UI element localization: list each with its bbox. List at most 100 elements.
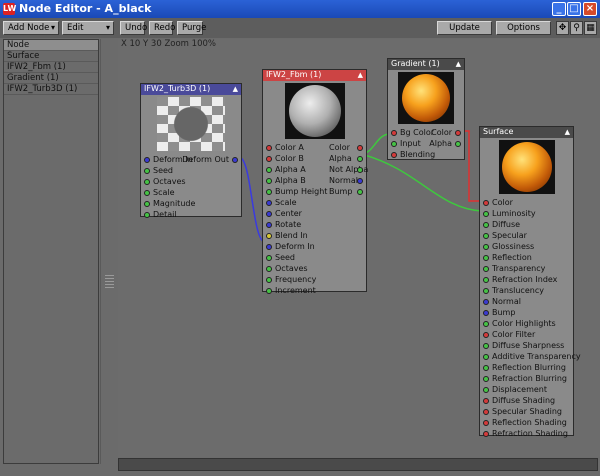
collapse-arrow-icon[interactable]: ▲: [233, 84, 238, 94]
turb3d-node[interactable]: IFW2_Turb3D (1) ▲ Deform In Deform Out S…: [140, 83, 242, 219]
input-port-icon[interactable]: [391, 152, 397, 158]
input-port-icon[interactable]: [266, 178, 272, 184]
node-preview: [157, 97, 225, 151]
input-port-icon[interactable]: [483, 365, 489, 371]
input-port-icon[interactable]: [266, 288, 272, 294]
node-list-item[interactable]: Surface: [4, 51, 98, 62]
output-port-icon[interactable]: [455, 130, 461, 136]
port-row: Color Filter: [480, 329, 573, 340]
input-port-icon[interactable]: [483, 233, 489, 239]
output-port-icon[interactable]: [357, 145, 363, 151]
input-port-icon[interactable]: [483, 354, 489, 360]
move-icon[interactable]: ✥: [556, 21, 569, 35]
input-port-icon[interactable]: [483, 222, 489, 228]
port-row: Diffuse Sharpness: [480, 340, 573, 351]
node-title-bar[interactable]: IFW2_Turb3D (1) ▲: [141, 84, 241, 95]
input-port-icon[interactable]: [483, 387, 489, 393]
input-port-icon[interactable]: [266, 255, 272, 261]
splitter-grip-icon[interactable]: [105, 275, 114, 289]
panel-splitter[interactable]: [100, 39, 117, 464]
input-port-icon[interactable]: [483, 244, 489, 250]
input-port-icon[interactable]: [483, 332, 489, 338]
collapse-arrow-icon[interactable]: ▲: [565, 127, 570, 137]
input-port-icon[interactable]: [483, 299, 489, 305]
surface-node[interactable]: Surface ▲ Color Luminosity Diffuse Specular…: [479, 126, 581, 438]
input-port-icon[interactable]: [266, 222, 272, 228]
input-port-icon[interactable]: [483, 431, 489, 437]
node-list-item[interactable]: IFW2_Turb3D (1): [4, 84, 98, 95]
input-port-icon[interactable]: [144, 212, 150, 218]
port-label: Increment: [275, 286, 316, 295]
zoom-icon[interactable]: ⚲: [570, 21, 583, 35]
close-icon[interactable]: ×: [583, 2, 597, 16]
output-port-icon[interactable]: [232, 157, 238, 163]
gradient-node[interactable]: Gradient (1) ▲ Bg Color Color Input Alph…: [387, 58, 465, 160]
fit-view-icon[interactable]: ▦: [584, 21, 597, 35]
add-node-dropdown[interactable]: Add Node: [3, 21, 59, 35]
redo-button[interactable]: Redo: [149, 21, 175, 35]
port-label: Luminosity: [492, 209, 536, 218]
input-port-icon[interactable]: [483, 409, 489, 415]
port-label: Normal: [492, 297, 521, 306]
undo-button[interactable]: Undo: [120, 21, 147, 35]
input-port-icon[interactable]: [266, 277, 272, 283]
port-row: Reflection Blurring: [480, 362, 573, 373]
update-button[interactable]: Update: [437, 21, 492, 35]
input-port-icon[interactable]: [144, 201, 150, 207]
input-port-icon[interactable]: [483, 266, 489, 272]
edit-dropdown[interactable]: Edit: [62, 21, 114, 35]
node-title-bar[interactable]: Surface ▲: [480, 127, 573, 138]
port-label: Alpha: [329, 154, 352, 163]
input-port-icon[interactable]: [391, 141, 397, 147]
port-row: Refraction Blurring: [480, 373, 573, 384]
collapse-arrow-icon[interactable]: ▲: [456, 59, 461, 69]
options-button[interactable]: Options: [496, 21, 551, 35]
input-port-icon[interactable]: [483, 288, 489, 294]
port-row: Deform In Deform Out: [141, 154, 241, 165]
input-port-icon[interactable]: [483, 398, 489, 404]
input-port-icon[interactable]: [483, 277, 489, 283]
port-row: Blending: [388, 149, 464, 160]
input-port-icon[interactable]: [144, 157, 150, 163]
input-port-icon[interactable]: [266, 266, 272, 272]
input-port-icon[interactable]: [266, 200, 272, 206]
input-port-icon[interactable]: [483, 343, 489, 349]
output-port-icon[interactable]: [357, 156, 363, 162]
minimize-icon[interactable]: _: [552, 2, 566, 16]
input-port-icon[interactable]: [266, 244, 272, 250]
purge-button[interactable]: Purge: [177, 21, 206, 35]
node-list-item[interactable]: IFW2_Fbm (1): [4, 62, 98, 73]
input-port-icon[interactable]: [391, 130, 397, 136]
input-port-icon[interactable]: [266, 156, 272, 162]
input-port-icon[interactable]: [483, 211, 489, 217]
output-port-icon[interactable]: [357, 178, 363, 184]
output-port-icon[interactable]: [357, 167, 363, 173]
input-port-icon[interactable]: [266, 233, 272, 239]
port-label: Refraction Blurring: [492, 374, 567, 383]
node-list-item[interactable]: Gradient (1): [4, 73, 98, 84]
input-port-icon[interactable]: [144, 190, 150, 196]
input-port-icon[interactable]: [144, 179, 150, 185]
input-port-icon[interactable]: [483, 420, 489, 426]
fbm-node[interactable]: IFW2_Fbm (1) ▲ Color A Color Color B Alpha A…: [262, 69, 368, 295]
input-port-icon[interactable]: [266, 189, 272, 195]
output-port-icon[interactable]: [455, 141, 461, 147]
input-port-icon[interactable]: [144, 168, 150, 174]
input-port-icon[interactable]: [483, 310, 489, 316]
input-port-icon[interactable]: [483, 255, 489, 261]
collapse-arrow-icon[interactable]: ▲: [358, 70, 363, 80]
port-row: Displacement: [480, 384, 573, 395]
input-port-icon[interactable]: [483, 321, 489, 327]
node-title-bar[interactable]: IFW2_Fbm (1) ▲: [263, 70, 366, 81]
input-port-icon[interactable]: [483, 376, 489, 382]
input-port-icon[interactable]: [266, 211, 272, 217]
maximize-icon[interactable]: □: [567, 2, 581, 16]
node-list-item[interactable]: Node: [4, 40, 98, 51]
node-title-bar[interactable]: Gradient (1) ▲: [388, 59, 464, 70]
title-bar: LW Node Editor - A_black _ □ ×: [0, 0, 600, 18]
input-port-icon[interactable]: [483, 200, 489, 206]
node-canvas[interactable]: X 10 Y 30 Zoom 100% IFW2_Turb3D (1) ▲ De…: [118, 39, 600, 457]
input-port-icon[interactable]: [266, 167, 272, 173]
input-port-icon[interactable]: [266, 145, 272, 151]
output-port-icon[interactable]: [357, 189, 363, 195]
